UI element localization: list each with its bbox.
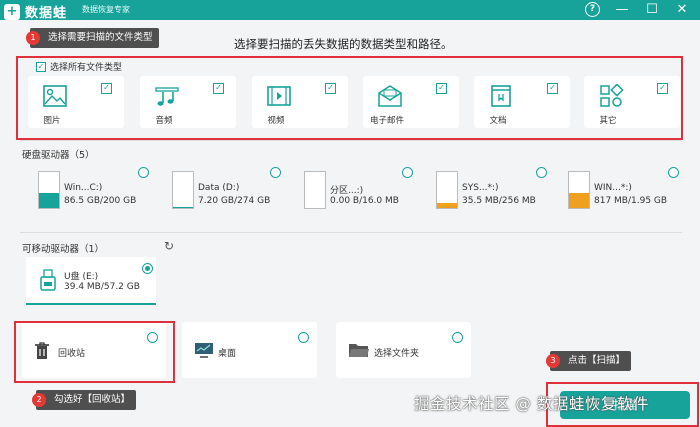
drive-icon: [436, 171, 458, 209]
title-bar: + 数据蛙 数据恢复专家 ? — ☐ ✕: [0, 0, 700, 21]
highlight-recycle-bin: [14, 321, 175, 383]
window-controls: ? — ☐ ✕: [585, 2, 690, 18]
callout-step-1: 1 选择需要扫描的文件类型: [26, 28, 159, 48]
drive-partition[interactable]: 分区...:) 0.00 B/16.0 MB: [304, 167, 422, 219]
drive-size: 35.5 MB/256 MB: [462, 196, 536, 206]
maximize-icon[interactable]: ☐: [644, 2, 660, 18]
folder-icon: [349, 344, 369, 357]
app-logo: + 数据蛙: [4, 2, 67, 21]
drive-c[interactable]: Win...C:) 86.5 GB/200 GB: [38, 167, 156, 219]
step-number: 1: [26, 31, 40, 45]
drive-win[interactable]: WIN...*:) 817 MB/1.95 GB: [568, 167, 686, 219]
location-label: 桌面: [218, 349, 237, 359]
help-icon[interactable]: ?: [585, 2, 600, 17]
usb-drive-card[interactable]: U盘 (E:) 39.4 MB/57.2 GB: [26, 257, 156, 305]
hdd-title: 硬盘驱动器（5）: [22, 150, 95, 161]
drive-size: 7.20 GB/274 GB: [198, 196, 271, 206]
refresh-icon[interactable]: ↻: [164, 239, 174, 253]
drive-icon: [38, 171, 60, 209]
page-headline: 选择要扫描的丢失数据的数据类型和路径。: [234, 37, 453, 51]
removable-panel: 可移动驱动器（1） ↻ U盘 (E:) 39.4 MB/57.2 GB: [20, 232, 682, 312]
drive-radio[interactable]: [402, 167, 413, 178]
location-select-folder[interactable]: 选择文件夹: [336, 322, 471, 378]
minimize-icon[interactable]: —: [614, 2, 630, 18]
callout-text: 点击【扫描】: [568, 355, 626, 366]
drive-name: SYS...*:): [462, 183, 499, 193]
removable-title: 可移动驱动器（1）: [22, 244, 105, 255]
drive-radio[interactable]: [536, 167, 547, 178]
drive-name: Win...C:): [64, 183, 103, 193]
step-number: 3: [546, 354, 560, 368]
drive-size: 86.5 GB/200 GB: [64, 196, 137, 206]
callout-text: 勾选好【回收站】: [54, 394, 131, 405]
step-number: 2: [32, 393, 46, 407]
drive-radio[interactable]: [270, 167, 281, 178]
usb-drive-name: U盘 (E:): [64, 272, 99, 282]
app-name: 数据蛙: [25, 6, 68, 21]
drive-icon: [172, 171, 194, 209]
usb-drive-size: 39.4 MB/57.2 GB: [64, 282, 140, 292]
callout-step-2: 2 勾选好【回收站】: [32, 390, 137, 410]
hdd-panel: 硬盘驱动器（5） Win...C:) 86.5 GB/200 GB Data (…: [20, 140, 682, 220]
drive-size: 0.00 B/16.0 MB: [330, 196, 399, 206]
drive-radio[interactable]: [138, 167, 149, 178]
drive-name: 分区...:): [330, 186, 364, 196]
highlight-file-types: [16, 56, 683, 140]
drive-name: WIN...*:): [594, 183, 632, 193]
drive-icon: [304, 171, 326, 209]
drive-sys[interactable]: SYS...*:) 35.5 MB/256 MB: [436, 167, 554, 219]
close-icon[interactable]: ✕: [674, 2, 690, 18]
usb-drive-icon: [40, 269, 56, 291]
location-desktop[interactable]: 桌面: [182, 322, 317, 378]
usb-drive-radio[interactable]: [142, 263, 153, 274]
desktop-icon: [195, 343, 213, 358]
drive-icon: [568, 171, 590, 209]
callout-text: 选择需要扫描的文件类型: [48, 32, 153, 43]
callout-step-3: 3 点击【扫描】: [546, 351, 632, 371]
app-subtitle: 数据恢复专家: [82, 5, 130, 14]
drive-size: 817 MB/1.95 GB: [594, 196, 668, 206]
watermark: 掘金技术社区 @ 数据蛙恢复软件: [414, 395, 649, 413]
drive-d[interactable]: Data (D:) 7.20 GB/274 GB: [172, 167, 290, 219]
location-radio-desktop[interactable]: [298, 332, 309, 343]
drive-name: Data (D:): [198, 183, 240, 193]
logo-plus-icon: +: [4, 3, 20, 20]
location-radio-folder[interactable]: [452, 332, 463, 343]
location-label: 选择文件夹: [374, 349, 420, 359]
drive-radio[interactable]: [668, 167, 679, 178]
